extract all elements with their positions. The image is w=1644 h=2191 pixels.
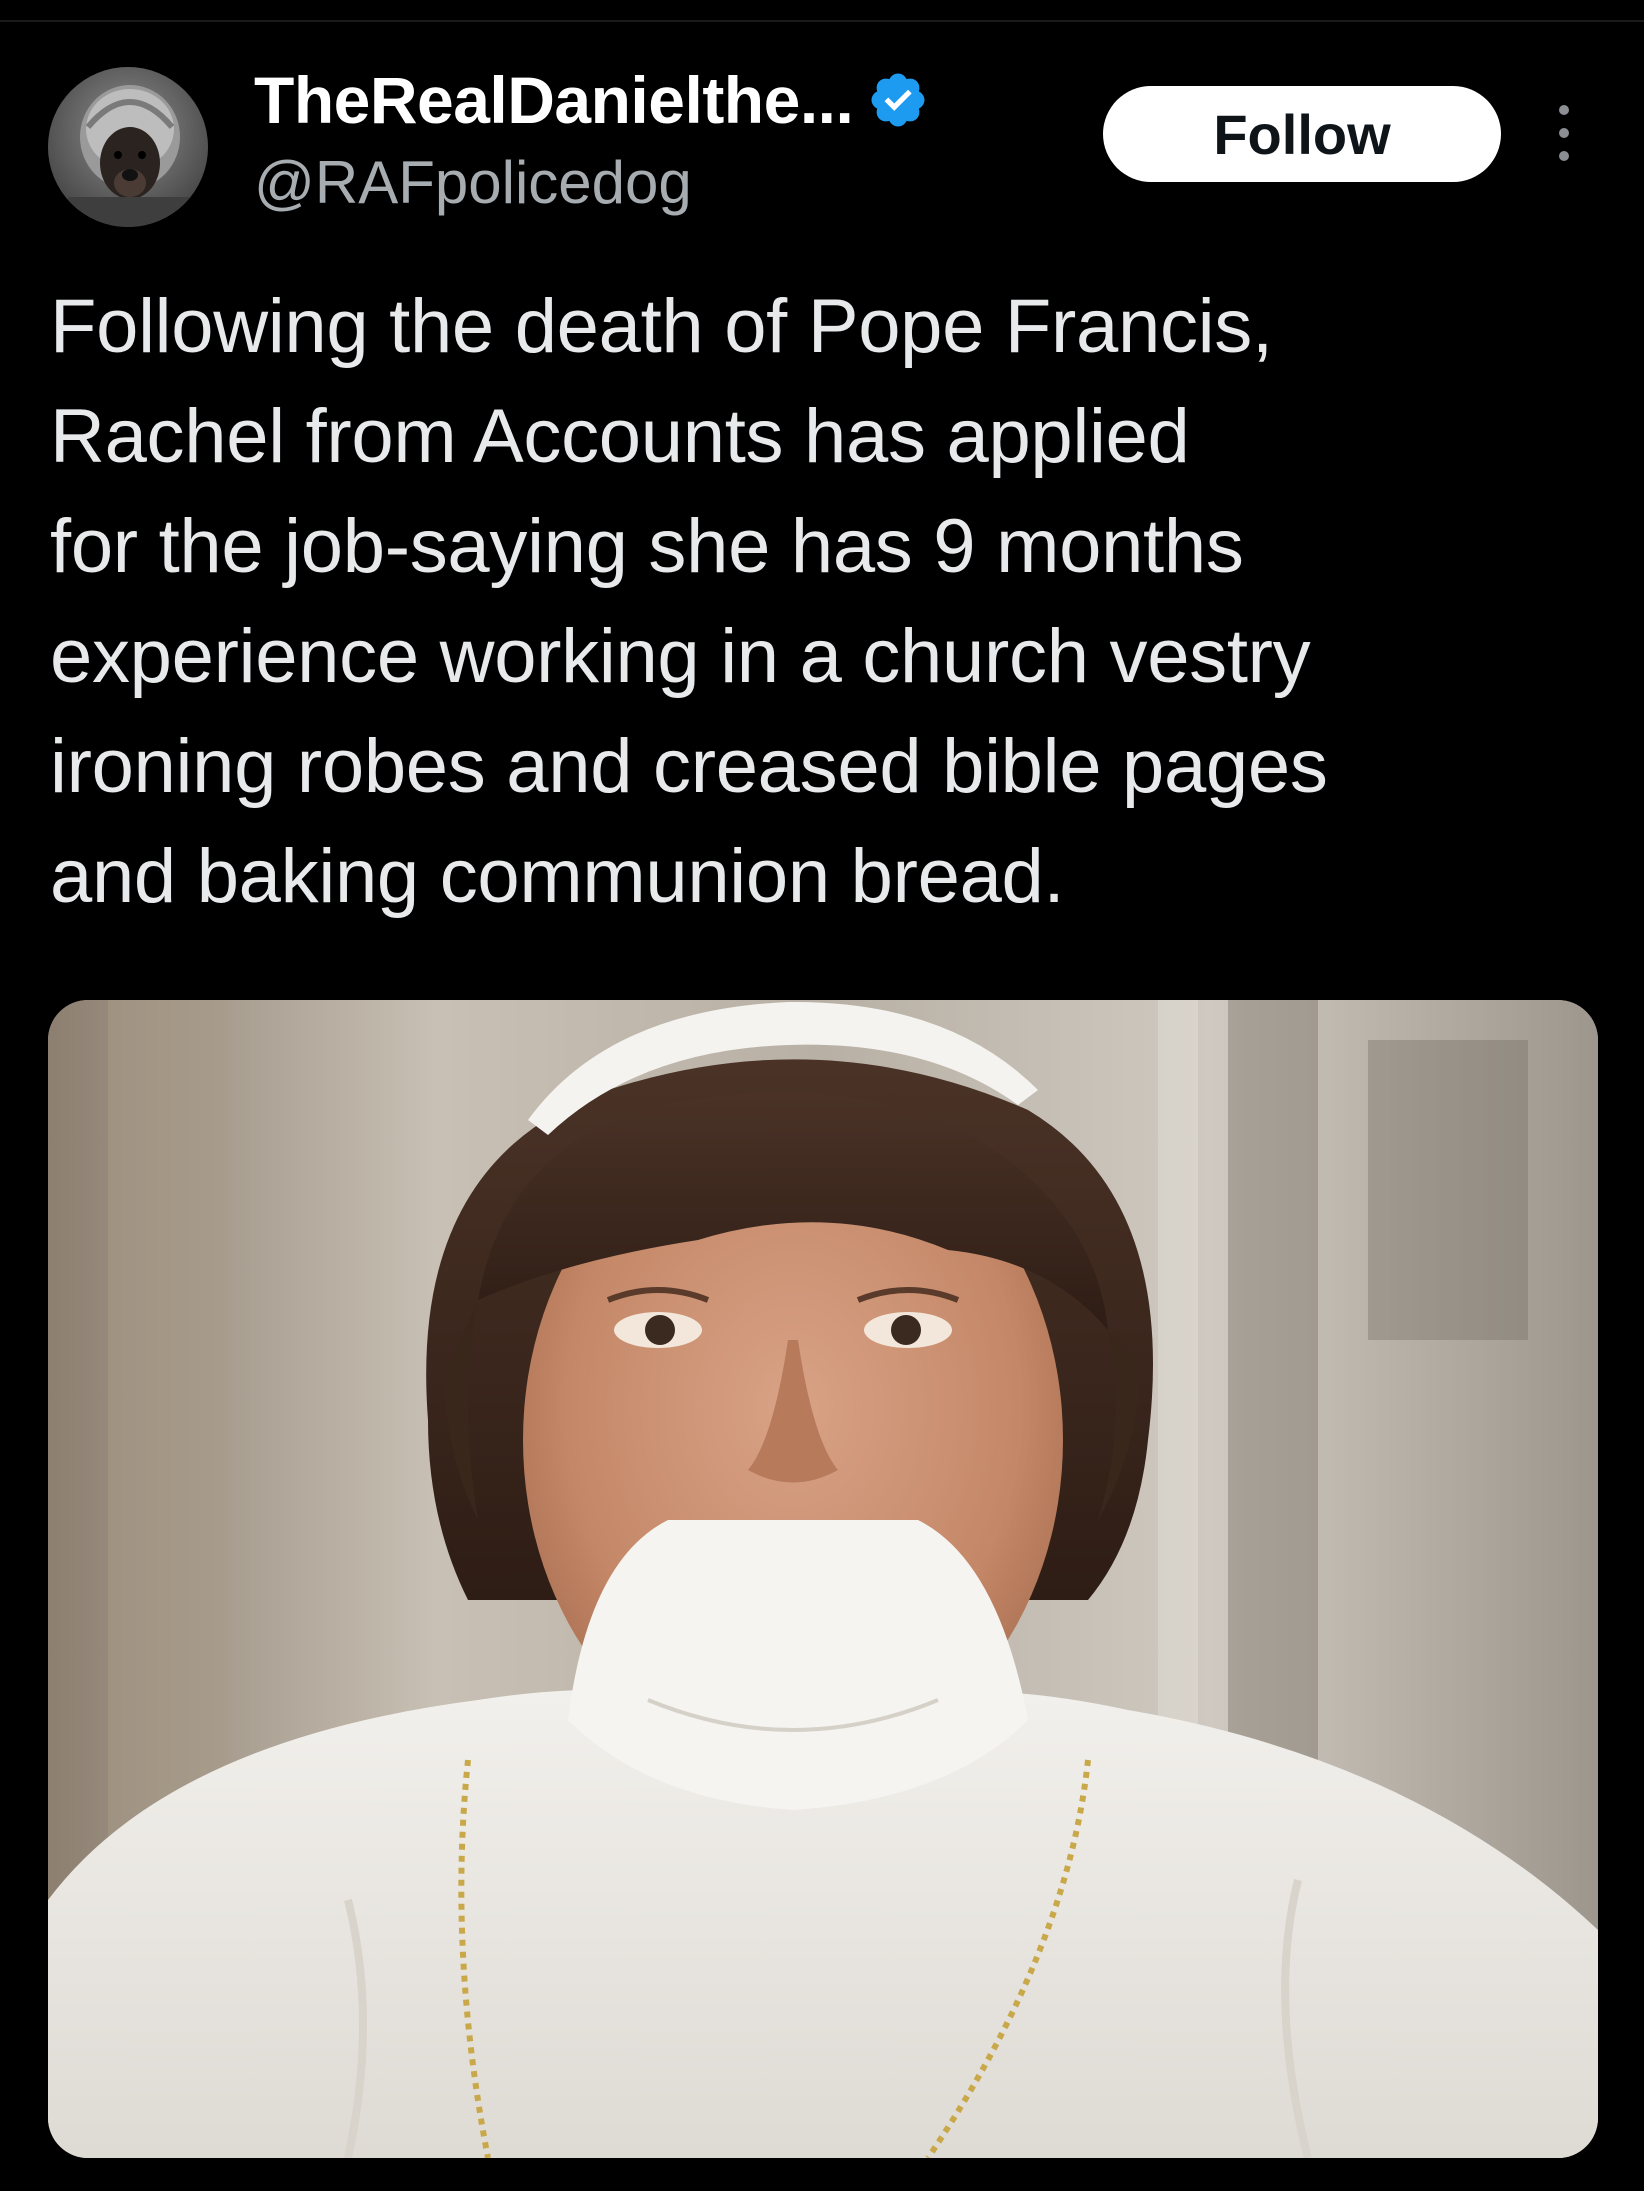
user-handle[interactable]: @RAFpolicedog bbox=[254, 148, 692, 217]
tweet-line: experience working in a church vestry bbox=[50, 614, 1311, 699]
avatar[interactable] bbox=[48, 67, 208, 227]
photo-illustration bbox=[48, 1000, 1598, 2158]
follow-button[interactable]: Follow bbox=[1103, 86, 1501, 182]
tweet-line: Rachel from Accounts has applied bbox=[50, 394, 1190, 479]
display-name[interactable]: TheRealDanielthe... bbox=[254, 62, 854, 138]
top-divider bbox=[0, 20, 1644, 22]
dog-avatar-icon bbox=[48, 67, 208, 227]
tweet-line: Following the death of Pope Francis, bbox=[50, 284, 1273, 369]
display-name-row: TheRealDanielthe... bbox=[254, 60, 929, 140]
tweet-text: Following the death of Pope Francis, Rac… bbox=[50, 272, 1610, 932]
tweet-photo[interactable] bbox=[48, 1000, 1598, 2158]
tweet-line: for the job-saying she has 9 months bbox=[50, 504, 1244, 589]
more-options-icon[interactable] bbox=[1548, 102, 1580, 164]
tweet-line: ironing robes and creased bible pages bbox=[50, 724, 1328, 809]
tweet-line: and baking communion bread. bbox=[50, 834, 1065, 919]
verified-badge-icon bbox=[871, 73, 925, 127]
